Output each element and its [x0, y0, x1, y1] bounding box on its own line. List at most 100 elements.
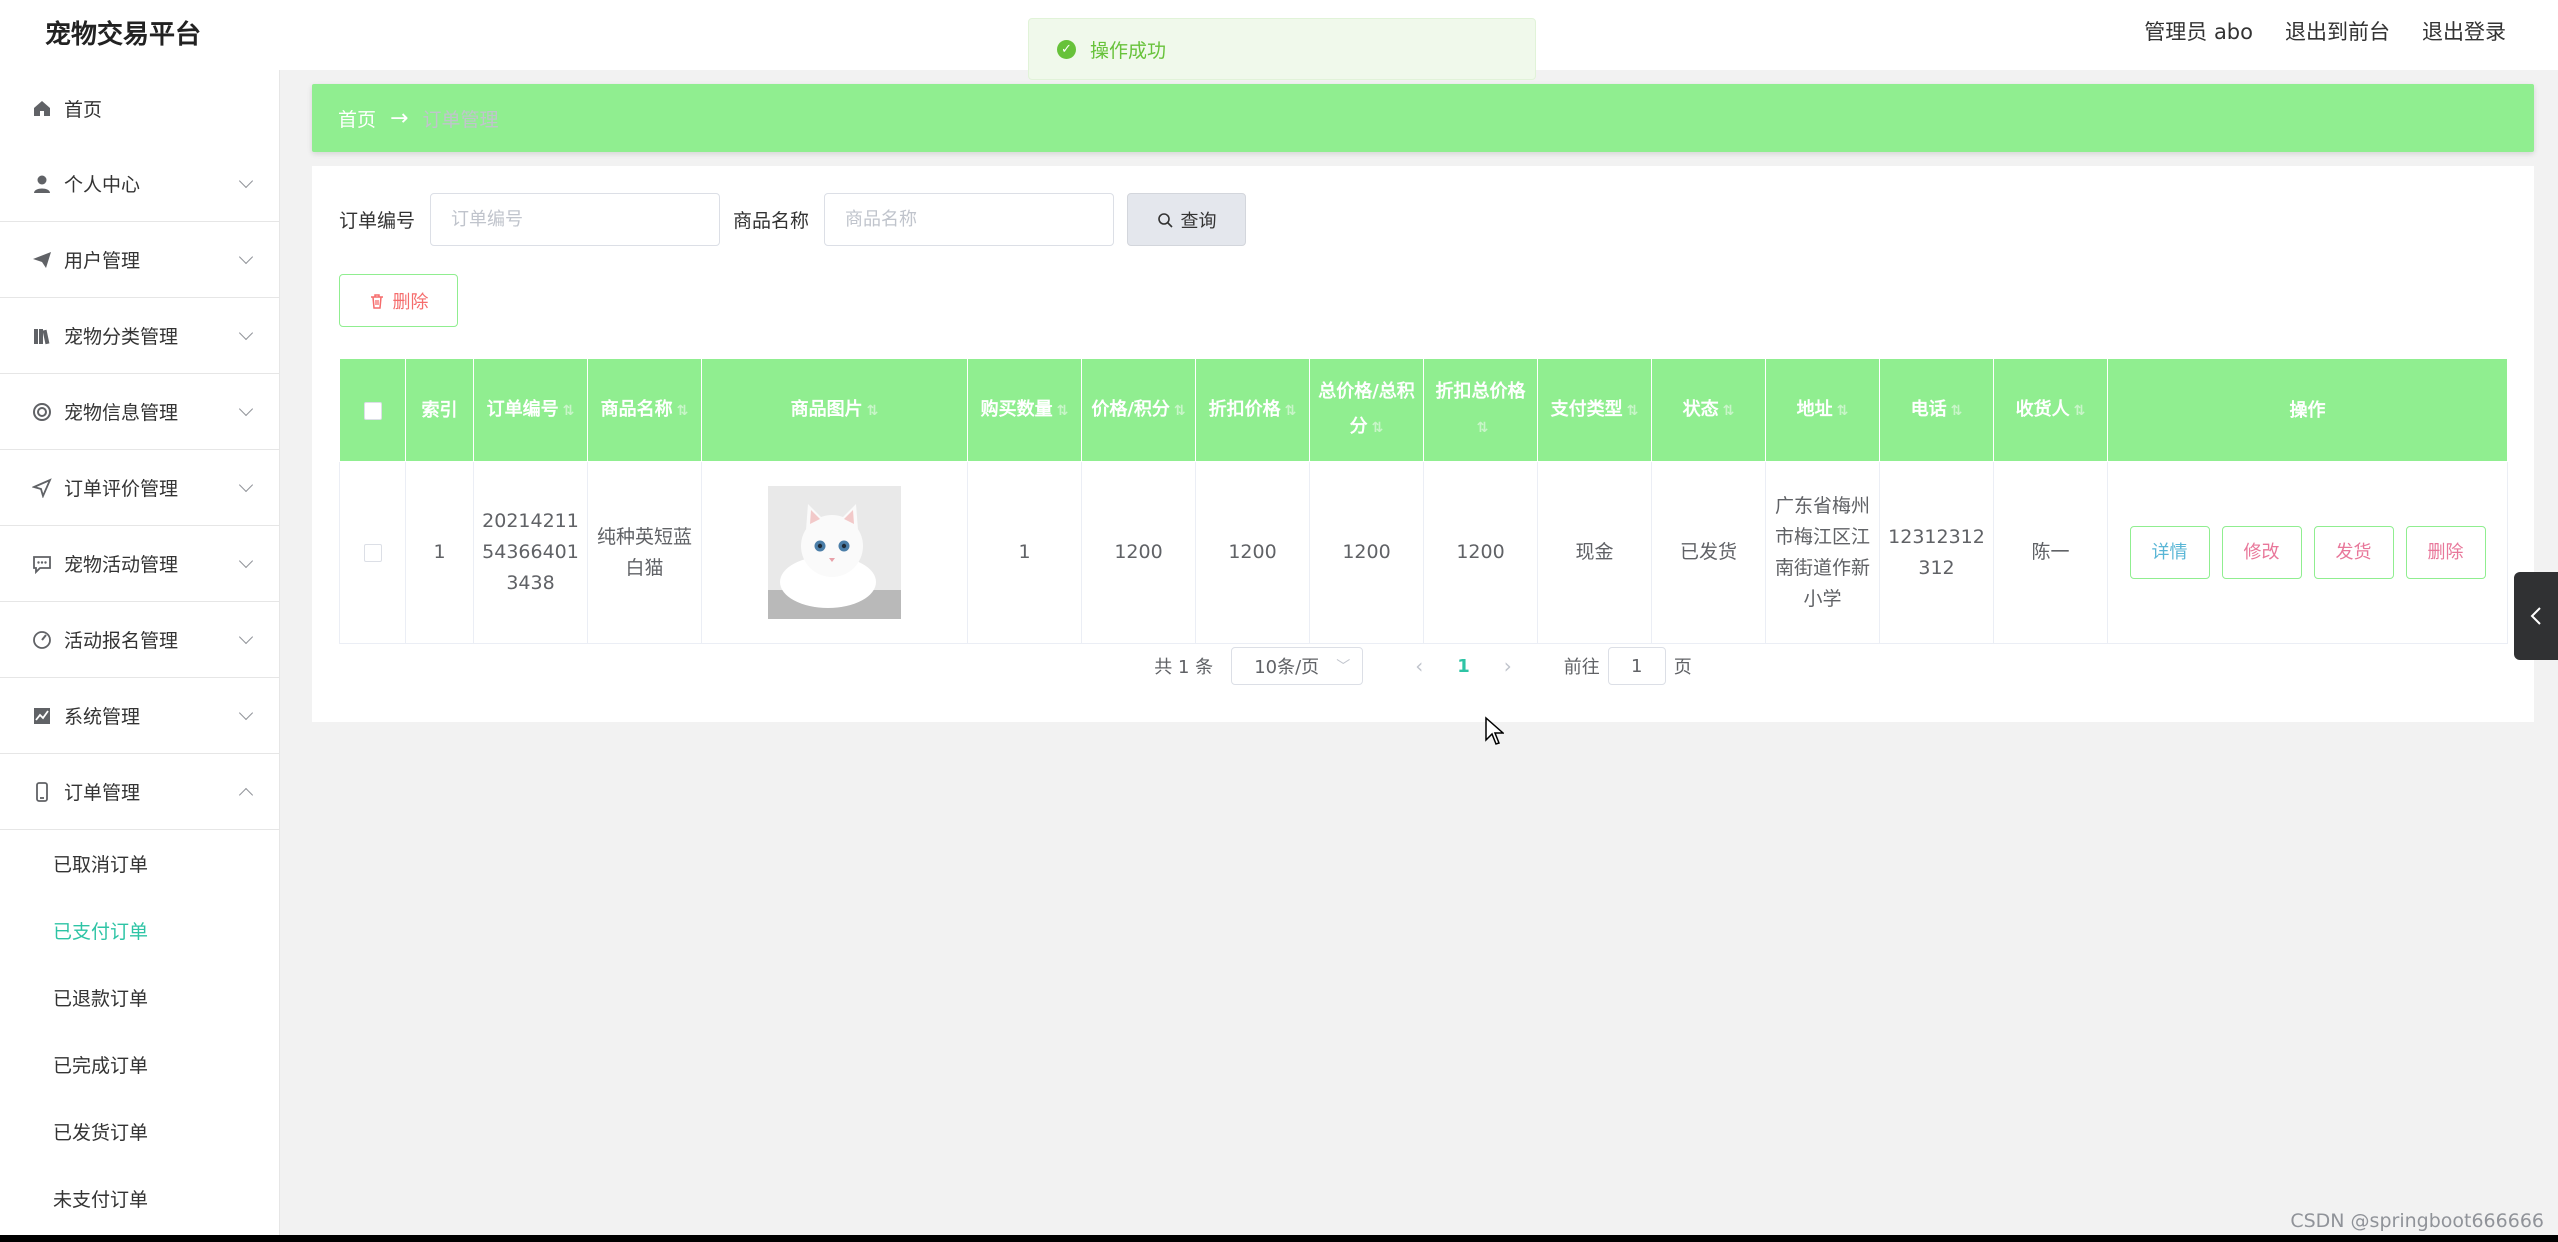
chevron-down-icon — [238, 629, 254, 645]
chevron-down-icon — [238, 705, 254, 721]
detail-button[interactable]: 详情 — [2129, 526, 2210, 579]
query-button[interactable]: 查询 — [1127, 193, 1246, 246]
sidebar-item-pet-category[interactable]: 宠物分类管理 — [0, 298, 279, 374]
product-name-input[interactable] — [824, 193, 1114, 246]
chevron-down-icon — [238, 477, 254, 493]
sidebar-item-order-review[interactable]: 订单评价管理 — [0, 450, 279, 526]
select-all-checkbox[interactable] — [363, 401, 382, 420]
pagination: 共 1 条 10条/页 ﹀ ‹ 1 › 前往 页 — [312, 646, 2534, 686]
breadcrumb: 首页 → 订单管理 — [312, 84, 2534, 152]
sidebar-item-activity-signup[interactable]: 活动报名管理 — [0, 602, 279, 678]
sidebar-item-home[interactable]: 首页 — [0, 70, 279, 146]
sidebar-item-label: 宠物活动管理 — [64, 554, 179, 576]
breadcrumb-home[interactable]: 首页 — [338, 105, 376, 132]
sidebar-item-pet-info[interactable]: 宠物信息管理 — [0, 374, 279, 450]
cell-quantity: 1 — [967, 461, 1082, 644]
next-page-icon[interactable]: › — [1504, 654, 1512, 678]
column-header-phone[interactable]: 电话 ⇅ — [1879, 358, 1994, 462]
column-header-receiver[interactable]: 收货人 ⇅ — [1993, 358, 2108, 462]
column-header-discount-price[interactable]: 折扣价格 ⇅ — [1195, 358, 1310, 462]
submenu-shipped-orders[interactable]: 已发货订单 — [0, 1098, 279, 1165]
prev-page-icon[interactable]: ‹ — [1415, 654, 1423, 678]
sidebar-item-order-management[interactable]: 订单管理 — [0, 754, 279, 830]
cell-phone: 12312312312 — [1879, 461, 1994, 644]
cell-discount-price: 1200 — [1195, 461, 1310, 644]
pagination-total: 共 1 条 — [1154, 657, 1214, 678]
table-row: 1 202142115436​64013438 纯种英短蓝白猫 — [339, 461, 2508, 644]
toast-message: 操作成功 — [1090, 39, 1167, 62]
chevron-down-icon — [238, 325, 254, 341]
cell-index: 1 — [405, 461, 474, 644]
column-header-index: 索引 — [405, 358, 474, 462]
cell-total-price: 1200 — [1309, 461, 1424, 644]
watermark: CSDN @springboot666666 — [2290, 1210, 2544, 1232]
goto-page-input[interactable] — [1607, 647, 1666, 685]
column-header-quantity[interactable]: 购买数量 ⇅ — [967, 358, 1082, 462]
logout-link[interactable]: 退出登录 — [2422, 16, 2506, 46]
select-all-header[interactable] — [339, 358, 406, 462]
cell-actions: 详情 修改 发货 删除 — [2107, 461, 2508, 644]
chevron-down-icon — [238, 401, 254, 417]
sort-icon: ⇅ — [1284, 402, 1297, 419]
cell-receiver: 陈一 — [1993, 461, 2108, 644]
batch-delete-button[interactable]: 删除 — [339, 274, 458, 327]
row-action-buttons: 详情 修改 发货 删除 — [2114, 526, 2501, 579]
edit-button[interactable]: 修改 — [2221, 526, 2302, 579]
sort-icon: ⇅ — [1722, 402, 1735, 419]
page-number[interactable]: 1 — [1457, 656, 1470, 677]
submenu-completed-orders[interactable]: 已完成订单 — [0, 1031, 279, 1098]
batch-delete-label: 删除 — [392, 291, 429, 313]
sidebar-item-label: 系统管理 — [64, 706, 141, 728]
goto-label: 前往 — [1563, 657, 1600, 678]
column-header-pay-type[interactable]: 支付类型 ⇅ — [1537, 358, 1652, 462]
sort-icon: ⇅ — [2073, 402, 2086, 419]
send-icon — [33, 251, 51, 268]
sidebar-item-pet-activity[interactable]: 宠物活动管理 — [0, 526, 279, 602]
column-header-discount-total[interactable]: 折扣总价格⇅ — [1423, 358, 1538, 462]
bottom-border — [0, 1235, 2558, 1242]
column-header-address[interactable]: 地址 ⇅ — [1765, 358, 1880, 462]
delete-button[interactable]: 删除 — [2405, 526, 2486, 579]
sidebar: 首页 个人中心 用户管理 宠物分类管理 宠物信息管理 订单评价管理 宠物活动管理… — [0, 70, 280, 1235]
chat-icon — [33, 555, 51, 574]
column-header-price[interactable]: 价格/积分 ⇅ — [1081, 358, 1196, 462]
column-header-actions: 操作 — [2107, 358, 2508, 462]
check-circle-icon: ✓ — [1057, 39, 1076, 59]
row-checkbox[interactable] — [363, 543, 382, 562]
chart-icon — [34, 707, 50, 724]
column-header-order-no[interactable]: 订单编号 ⇅ — [473, 358, 588, 462]
sidebar-item-personal-center[interactable]: 个人中心 — [0, 146, 279, 222]
sidebar-item-system[interactable]: 系统管理 — [0, 678, 279, 754]
admin-label: 管理员 abo — [2144, 20, 2253, 44]
cell-address: 广东省梅州市梅江区江南街道作新小学 — [1765, 461, 1880, 644]
sort-icon: ⇅ — [1371, 420, 1384, 436]
navigation-icon — [32, 477, 52, 498]
back-to-front-link[interactable]: 退出到前台 — [2285, 16, 2390, 46]
column-header-status[interactable]: 状态 ⇅ — [1651, 358, 1766, 462]
submenu-cancelled-orders[interactable]: 已取消订单 — [0, 830, 279, 897]
sidebar-item-label: 用户管理 — [64, 250, 141, 272]
column-header-product-name[interactable]: 商品名称 ⇅ — [587, 358, 702, 462]
submenu-refunded-orders[interactable]: 已退款订单 — [0, 964, 279, 1031]
cell-pay-type: 现金 — [1537, 461, 1652, 644]
breadcrumb-arrow-icon: → — [390, 105, 409, 131]
row-select-cell[interactable] — [339, 461, 406, 644]
chevron-left-icon — [2530, 607, 2541, 625]
column-header-product-image[interactable]: 商品图片 ⇅ — [701, 358, 968, 462]
orders-table: 索引 订单编号 ⇅ 商品名称 ⇅ 商品图片 ⇅ 购买数量 ⇅ 价格/积分 ⇅ 折扣价格 ⇅ … — [339, 358, 2508, 644]
order-no-input[interactable] — [430, 193, 720, 246]
sort-icon: ⇅ — [866, 402, 879, 419]
column-header-total-price[interactable]: 总价格/总积分 ⇅ — [1309, 358, 1424, 462]
search-icon — [1157, 212, 1173, 228]
submenu-unpaid-orders[interactable]: 未支付订单 — [0, 1165, 279, 1232]
table-header-row: 索引 订单编号 ⇅ 商品名称 ⇅ 商品图片 ⇅ 购买数量 ⇅ 价格/积分 ⇅ 折扣价格 ⇅ … — [339, 358, 2508, 462]
query-button-label: 查询 — [1180, 210, 1217, 232]
page-size-select[interactable]: 10条/页 ﹀ — [1231, 647, 1364, 685]
submenu-paid-orders[interactable]: 已支付订单 — [0, 897, 279, 964]
chevron-up-icon — [238, 787, 254, 803]
sidebar-item-label: 活动报名管理 — [64, 630, 179, 652]
side-drawer-toggle[interactable] — [2514, 572, 2558, 660]
sidebar-item-label: 个人中心 — [64, 174, 141, 196]
sidebar-item-user-management[interactable]: 用户管理 — [0, 222, 279, 298]
ship-button[interactable]: 发货 — [2313, 526, 2394, 579]
